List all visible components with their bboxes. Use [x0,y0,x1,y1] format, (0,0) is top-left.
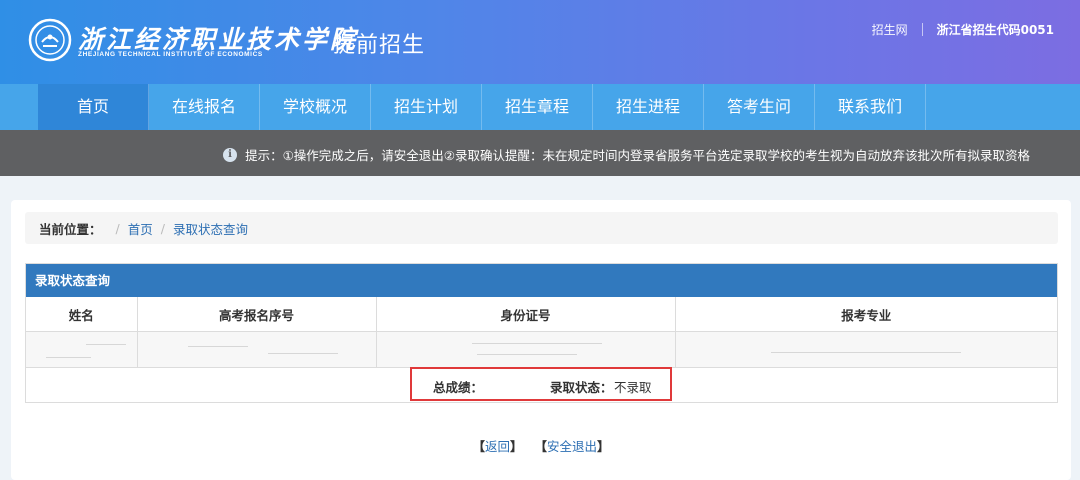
nav-item-enrollment-progress[interactable]: 招生进程 [593,84,704,130]
column-header-id-number: 身份证号 [376,297,676,332]
bracket-open: 【 [472,439,485,454]
nav-item-faq[interactable]: 答考生问 [704,84,815,130]
bracket-close: 】 [596,439,610,454]
table-header-row: 姓名 高考报名序号 身份证号 报考专业 [26,297,1057,332]
info-icon: i [223,147,238,162]
column-header-name: 姓名 [26,297,138,332]
top-links-divider [921,23,923,36]
admissions-site-link[interactable]: 招生网 [872,21,908,38]
breadcrumb-home[interactable]: 首页 [128,219,153,238]
breadcrumb-separator: / [160,220,165,236]
summary-row: 总成绩： 录取状态： 不录取 [26,367,1057,402]
main-card: 当前位置： / 首页 / 录取状态查询 录取状态查询 姓名 高考报名序号 身份证… [11,200,1071,480]
admission-result-highlight: 总成绩： 录取状态： 不录取 [410,367,672,401]
notice-text: 提示：①操作完成之后，请安全退出②录取确认提醒：未在规定时间内登录省服务平台选定… [245,148,1030,163]
nav-item-contact[interactable]: 联系我们 [815,84,926,130]
breadcrumb-label: 当前位置： [39,221,102,237]
nav-item-enrollment-plan[interactable]: 招生计划 [371,84,482,130]
admission-code: 浙江省招生代码0051 [936,23,1054,37]
total-score-label: 总成绩： [433,380,484,395]
admission-table: 姓名 高考报名序号 身份证号 报考专业 [26,297,1057,368]
page-subtitle: 提前招生 [333,33,426,58]
breadcrumb: 当前位置： / 首页 / 录取状态查询 [25,212,1058,244]
column-header-major: 报考专业 [675,297,1057,332]
site-header: 浙江经济职业技术学院 提前招生 ZHEJIANG TECHNICAL INSTI… [0,0,1080,84]
table-row [26,331,1057,368]
notice-bar: i 提示：①操作完成之后，请安全退出②录取确认提醒：未在规定时间内登录省服务平台… [0,130,1080,176]
admission-status-label: 录取状态： [550,380,613,395]
bracket-open: 【 [534,439,547,454]
top-links: 招生网 浙江省招生代码0051 [872,21,1054,38]
nav-item-enrollment-rules[interactable]: 招生章程 [482,84,593,130]
cell-name-redacted [26,331,138,368]
breadcrumb-separator: / [115,220,120,236]
cell-major-redacted [675,331,1057,368]
cell-exam-number-redacted [137,331,377,368]
action-links: 【返回】 【安全退出】 [11,436,1071,455]
column-header-exam-number: 高考报名序号 [137,297,377,332]
breadcrumb-current[interactable]: 录取状态查询 [173,219,248,238]
school-logo-icon [28,18,72,62]
logout-link[interactable]: 安全退出 [547,439,597,454]
nav-item-school-overview[interactable]: 学校概况 [260,84,371,130]
admission-status-value: 不录取 [614,380,652,395]
panel-title: 录取状态查询 [26,264,1057,297]
nav-item-home[interactable]: 首页 [38,84,149,130]
nav-item-online-apply[interactable]: 在线报名 [149,84,260,130]
main-nav: 首页 在线报名 学校概况 招生计划 招生章程 招生进程 答考生问 联系我们 [0,84,1080,130]
school-name-english: ZHEJIANG TECHNICAL INSTITUTE OF ECONOMIC… [78,51,263,58]
admission-status-panel: 录取状态查询 姓名 高考报名序号 身份证号 报考专业 总成绩： 录取状态： 不录… [25,263,1058,403]
bracket-close: 】 [510,439,523,454]
back-link[interactable]: 返回 [485,439,510,454]
cell-id-number-redacted [376,331,676,368]
